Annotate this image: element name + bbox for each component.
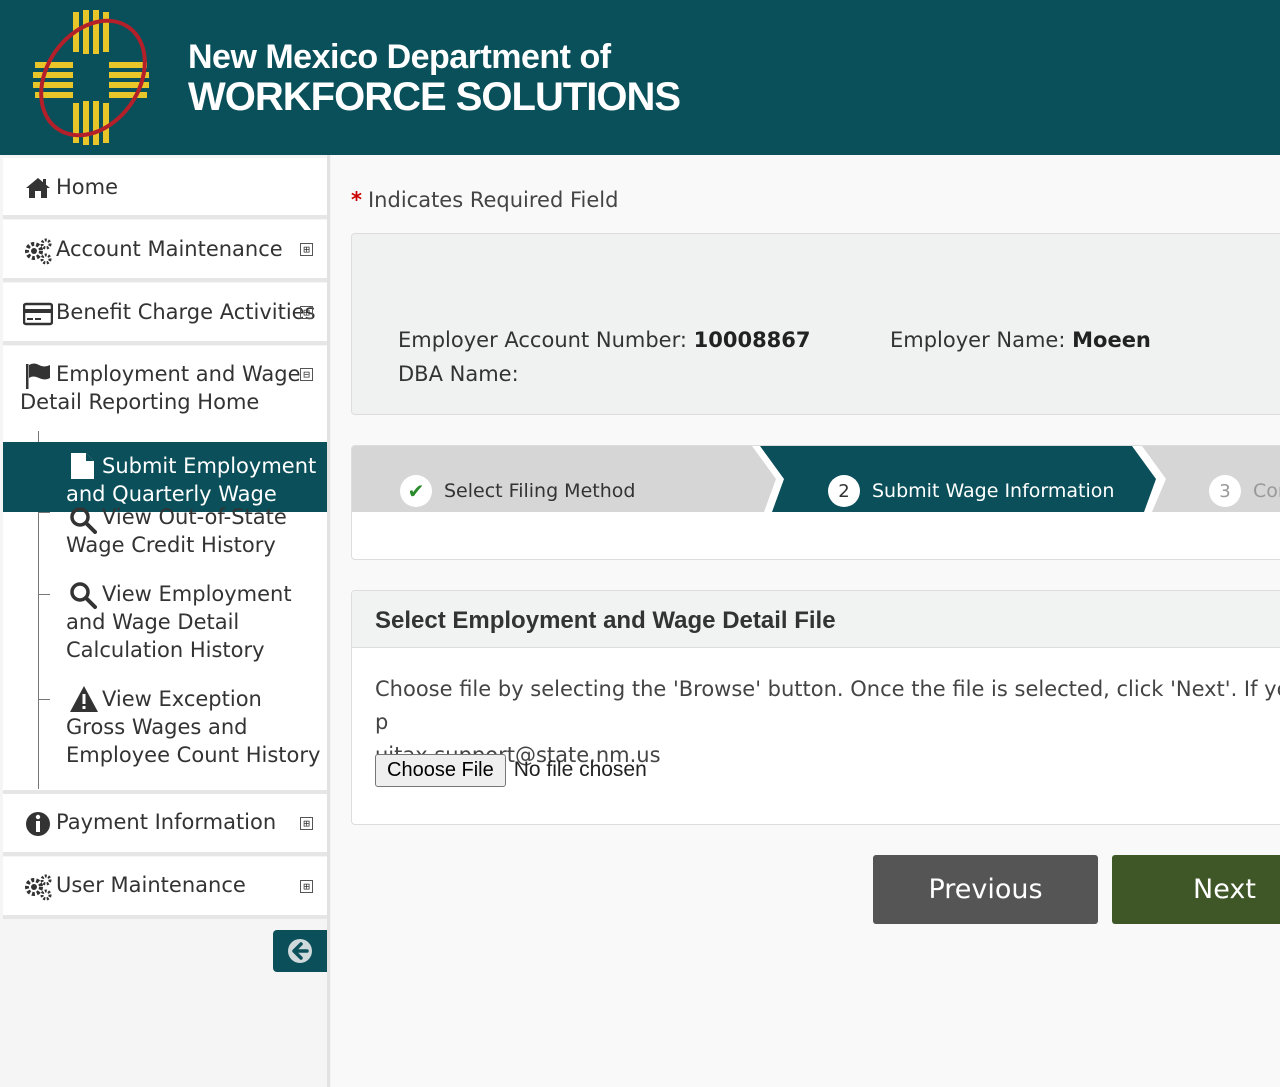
subitem-label: View Out-of-State Wage Credit History [66,505,287,557]
warning-icon [69,685,99,720]
wizard-steps: ✔ Select Filing Method 2 Submit Wage Inf… [351,445,1280,560]
instructions-line: Choose file by selecting the 'Browse' bu… [375,677,1280,734]
previous-button[interactable]: Previous [873,855,1098,924]
sidebar-item-label: User Maintenance [56,873,246,897]
tree-tick [38,512,50,513]
wizard-step-select-filing-method[interactable]: ✔ Select Filing Method [400,474,635,508]
file-panel-header: Select Employment and Wage Detail File [352,591,1280,648]
file-upload-panel: Select Employment and Wage Detail File C… [351,590,1280,825]
subitem-view-employment-wage-calculation[interactable]: View Employment and Wage Detail Calculat… [66,580,324,670]
step-label: Submit Wage Information [872,480,1115,502]
name-value: Moeen [1072,328,1151,352]
flag-icon [23,361,53,391]
expand-icon[interactable]: ⊞ [300,243,313,256]
collapse-icon[interactable]: ⊟ [300,368,313,381]
org-name: New Mexico Department of WORKFORCE SOLUT… [188,38,681,119]
home-icon [23,173,53,203]
subitem-label: View Exception Gross Wages and Employee … [66,687,321,767]
sidebar-item-label: Employment and Wage [56,362,301,386]
tree-tick [38,594,50,595]
sidebar-item-label: Detail Reporting Home [20,390,260,414]
account-value: 10008867 [693,328,811,352]
employer-info-panel: Employer Account Number: 10008867 Employ… [351,233,1280,415]
employer-account-number: Employer Account Number: 10008867 [398,328,811,352]
arrow-left-circle-icon [288,939,312,963]
sidebar-item-account-maintenance[interactable]: Account Maintenance ⊞ [3,220,327,282]
org-name-line1: New Mexico Department of [188,38,611,76]
choose-file-button[interactable]: Choose File [375,753,506,787]
org-name-line2: WORKFORCE SOLUTIONS [188,75,681,119]
subitem-view-out-of-state-wage-credit[interactable]: View Out-of-State Wage Credit History [66,503,324,563]
sidebar-item-user-maintenance[interactable]: User Maintenance ⊞ [3,857,327,919]
sidebar-item-label: Payment Information [56,810,277,834]
subitem-label: Submit Employment and Quarterly Wage [66,454,317,506]
sidebar-item-home[interactable]: Home [3,158,327,219]
expand-icon[interactable]: ⊞ [300,306,313,319]
wizard-step-submit-wage-information[interactable]: 2 Submit Wage Information [828,474,1114,508]
dba-name: DBA Name: [398,362,519,386]
step-label: Con [1253,480,1280,502]
required-note-text: Indicates Required Field [367,188,619,212]
step-number: 2 [828,475,860,507]
main-content: * Indicates Required Field Employer Accou… [331,155,1280,1087]
subitem-submit-employment-wage[interactable]: Submit Employment and Quarterly Wage [3,442,327,512]
sidebar-item-label: Benefit Charge Activities [56,300,316,324]
subitem-view-exception-gross-wages[interactable]: View Exception Gross Wages and Employee … [66,685,324,775]
sidebar-item-label: Home [56,175,119,199]
site-header: New Mexico Department of WORKFORCE SOLUT… [0,0,1280,155]
next-button[interactable]: Next [1112,855,1280,924]
zia-sun-logo [33,10,149,145]
subitem-label: View Employment and Wage Detail Calculat… [66,582,292,662]
name-label: Employer Name: [890,328,1066,352]
gears-icon [23,872,53,902]
required-field-note: * Indicates Required Field [351,188,618,212]
checkmark-icon: ✔ [400,475,432,507]
gears-icon [23,236,53,266]
wizard-step-confirm[interactable]: 3 Con [1209,474,1280,508]
dba-label: DBA Name: [398,362,519,386]
file-input[interactable]: Choose File No file chosen [375,753,647,787]
step-label: Select Filing Method [444,480,636,502]
info-circle-icon [23,809,53,839]
search-icon [69,581,97,616]
step-number: 3 [1209,475,1241,507]
sidebar-item-employment-wage-reporting[interactable]: Employment and Wage Detail Reporting Hom… [3,346,327,436]
expand-icon[interactable]: ⊞ [300,817,313,830]
sidebar-item-benefit-charge-activities[interactable]: Benefit Charge Activities ⊞ [3,283,327,345]
file-panel-title: Select Employment and Wage Detail File [375,607,836,634]
tree-tick [38,699,50,700]
sidebar-item-payment-information[interactable]: Payment Information ⊞ [3,794,327,856]
file-status-text: No file chosen [513,758,647,781]
expand-icon[interactable]: ⊞ [300,880,313,893]
credit-card-icon [23,299,53,329]
employer-name: Employer Name: Moeen [890,328,1151,352]
search-icon [69,506,97,541]
collapse-sidebar-button[interactable] [273,930,327,972]
account-label: Employer Account Number: [398,328,687,352]
required-star: * [351,188,362,212]
sidebar: Home Account Maintenance ⊞ Benefit Charg… [0,155,330,1087]
sidebar-item-label: Account Maintenance [56,237,283,261]
